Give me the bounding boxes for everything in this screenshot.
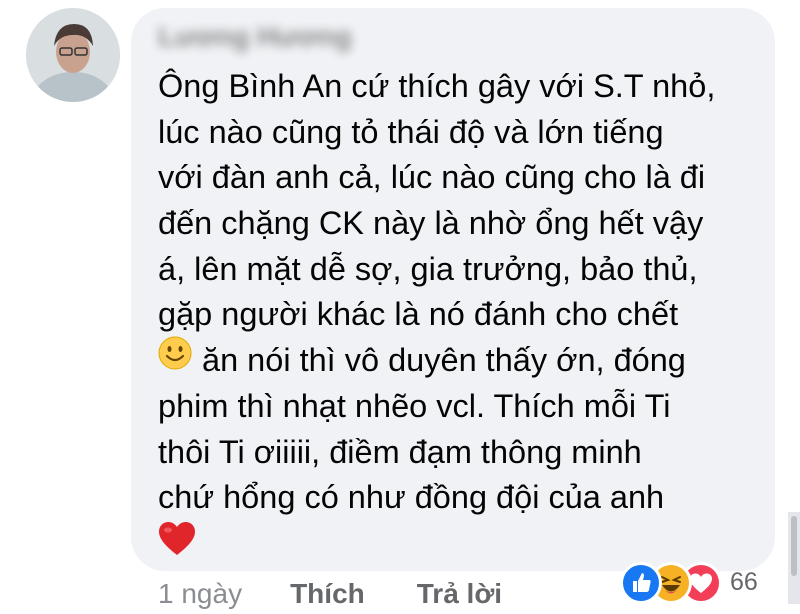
comment-line-with-emoji: ăn nói thì vô duyên thấy ớn, đóng [158, 336, 758, 384]
comment-text: Ông Bình An cứ thích gây với S.T nhỏ, lú… [158, 64, 758, 567]
red-heart-icon [158, 521, 196, 570]
avatar-image [26, 8, 120, 102]
scrollbar[interactable] [788, 512, 800, 604]
comment-timestamp[interactable]: 1 ngày [158, 574, 242, 614]
like-icon [620, 562, 662, 604]
comment-line: gặp người khác là nó đánh cho chết [158, 296, 679, 333]
comment-line: đến chặng CK này là nhờ ổng hết vậy [158, 205, 704, 242]
reactions-summary[interactable]: 66 [620, 558, 770, 606]
comment-actions: 1 ngày Thích Trả lời [158, 574, 502, 614]
reaction-count: 66 [730, 568, 758, 596]
comment-line: phim thì nhạt nhẽo vcl. Thích mỗi Ti [158, 387, 671, 424]
comment-author-name[interactable]: Lương Hương [158, 20, 354, 54]
like-button[interactable]: Thích [290, 574, 365, 614]
comment-line: thôi Ti ơiiiii, điềm đạm thông minh [158, 433, 642, 470]
avatar[interactable] [26, 8, 120, 102]
reply-button[interactable]: Trả lời [417, 574, 502, 614]
comment-line: Ông Bình An cứ thích gây với S.T nhỏ, [158, 68, 716, 104]
slightly-smiling-face-icon [158, 336, 192, 383]
comment-line: chứ hổng có như đồng đội của anh [158, 479, 665, 516]
comment-line: á, lên mặt dễ sợ, gia trưởng, bảo thủ, [158, 250, 698, 287]
comment-line-text: ăn nói thì vô duyên thấy ớn, đóng [202, 342, 686, 379]
comment-line: với đàn anh cả, lúc nào cũng cho là đi [158, 159, 706, 196]
comment-line: lúc nào cũng tỏ thái độ và lớn tiếng [158, 113, 664, 150]
scrollbar-thumb[interactable] [791, 516, 797, 576]
